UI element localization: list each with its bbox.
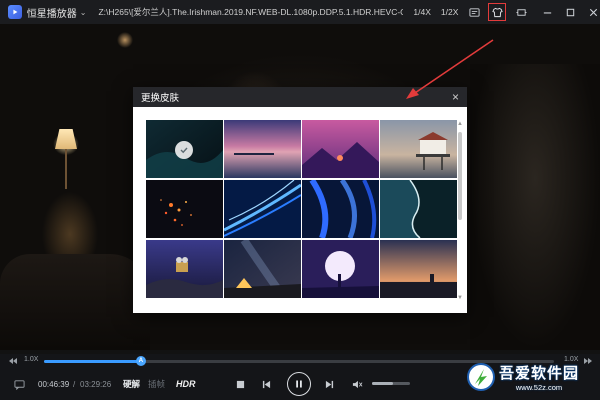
person-silhouette bbox=[470, 64, 600, 350]
subtitle-icon[interactable] bbox=[14, 368, 28, 400]
speed-half-button[interactable]: 1/2X bbox=[441, 7, 459, 17]
stop-icon bbox=[236, 380, 245, 388]
hardware-decode-toggle[interactable]: 硬解 bbox=[123, 368, 140, 400]
skip-back-icon bbox=[262, 380, 271, 388]
lamp-image bbox=[55, 129, 77, 149]
player-window: 恒星播放器 ⌄ Z:\H265\[爱尔兰人].The.Irishman.2019… bbox=[0, 0, 600, 400]
speed-quarter-button[interactable]: 1/4X bbox=[413, 7, 431, 17]
skin-thumb-orange-particles[interactable] bbox=[146, 180, 223, 238]
shirt-icon bbox=[491, 7, 503, 17]
previous-button[interactable] bbox=[262, 368, 274, 400]
time-separator: / bbox=[73, 379, 76, 389]
skin-dialog: 更换皮肤 × ▲ ▼ bbox=[133, 87, 467, 313]
total-time: 03:29:26 bbox=[80, 379, 112, 389]
skin-shirt-button[interactable] bbox=[488, 3, 506, 21]
stop-button[interactable] bbox=[236, 368, 248, 400]
skin-thumb-blue-abstract-curves[interactable] bbox=[302, 180, 379, 238]
hdr-toggle[interactable]: HDR bbox=[176, 368, 196, 400]
minimize-icon[interactable] bbox=[541, 5, 555, 19]
skin-thumb-robot-on-rocks[interactable] bbox=[146, 240, 223, 298]
close-icon[interactable] bbox=[586, 5, 600, 19]
watermark-text: 吾爱软件园 www.52z.com bbox=[499, 362, 579, 392]
lamp-stand-image bbox=[65, 149, 67, 189]
progress-knob[interactable]: A bbox=[135, 356, 146, 366]
watermark-logo-icon bbox=[467, 363, 495, 391]
watermark-url: www.52z.com bbox=[515, 383, 563, 392]
next-button[interactable] bbox=[325, 368, 337, 400]
site-watermark: 吾爱软件园 www.52z.com bbox=[466, 354, 594, 400]
dialog-header: 更换皮肤 × bbox=[133, 87, 467, 107]
dialog-title: 更换皮肤 bbox=[141, 93, 180, 104]
check-icon bbox=[175, 141, 193, 159]
skip-forward-icon bbox=[325, 380, 334, 388]
scrollbar-thumb[interactable] bbox=[458, 132, 462, 220]
skin-scrollbar[interactable]: ▲ ▼ bbox=[456, 120, 464, 302]
chair-silhouette bbox=[0, 254, 150, 350]
skin-thumb-blue-light-streaks[interactable] bbox=[224, 180, 301, 238]
file-path-title: Z:\H265\[爱尔兰人].The.Irishman.2019.NF.WEB-… bbox=[98, 7, 404, 17]
playlist-icon[interactable] bbox=[467, 5, 481, 19]
skin-thumb-moon-silhouette[interactable] bbox=[302, 240, 379, 298]
app-name-menu[interactable]: 恒星播放器 bbox=[27, 5, 77, 20]
skin-thumb-night-city-skyline[interactable] bbox=[380, 240, 457, 298]
chevron-down-icon[interactable]: ⌄ bbox=[80, 8, 87, 17]
volume-slider[interactable] bbox=[372, 382, 410, 385]
scroll-up-icon[interactable]: ▲ bbox=[456, 120, 464, 128]
seek-back-icon[interactable] bbox=[8, 356, 18, 366]
watermark-title: 吾爱软件园 bbox=[499, 365, 580, 382]
scroll-down-icon[interactable]: ▼ bbox=[456, 294, 464, 302]
volume-icon[interactable] bbox=[352, 368, 366, 400]
frame-interpolation-toggle[interactable]: 插帧 bbox=[148, 368, 165, 400]
pause-button[interactable] bbox=[287, 372, 311, 396]
skin-grid bbox=[146, 120, 457, 302]
title-bar: 恒星播放器 ⌄ Z:\H265\[爱尔兰人].The.Irishman.2019… bbox=[0, 0, 600, 24]
app-logo-icon bbox=[8, 5, 22, 19]
skin-thumb-ocean-coast-aerial[interactable] bbox=[380, 180, 457, 238]
skin-thumb-pink-sunset-sea[interactable] bbox=[224, 120, 301, 178]
pin-on-top-icon[interactable] bbox=[515, 5, 529, 19]
progress-fill bbox=[44, 360, 141, 363]
speed-left-label: 1.0X bbox=[24, 356, 39, 363]
volume-fill bbox=[372, 382, 393, 385]
dialog-close-button[interactable]: × bbox=[452, 91, 459, 103]
skin-thumb-pier-house-dusk[interactable] bbox=[380, 120, 457, 178]
skin-thumb-dark-teal-waves[interactable] bbox=[146, 120, 223, 178]
pause-icon bbox=[296, 380, 302, 388]
current-time: 00:46:39 bbox=[38, 379, 70, 389]
skin-thumb-milky-way-tent[interactable] bbox=[224, 240, 301, 298]
skin-thumb-purple-mountain-night[interactable] bbox=[302, 120, 379, 178]
maximize-icon[interactable] bbox=[563, 5, 577, 19]
